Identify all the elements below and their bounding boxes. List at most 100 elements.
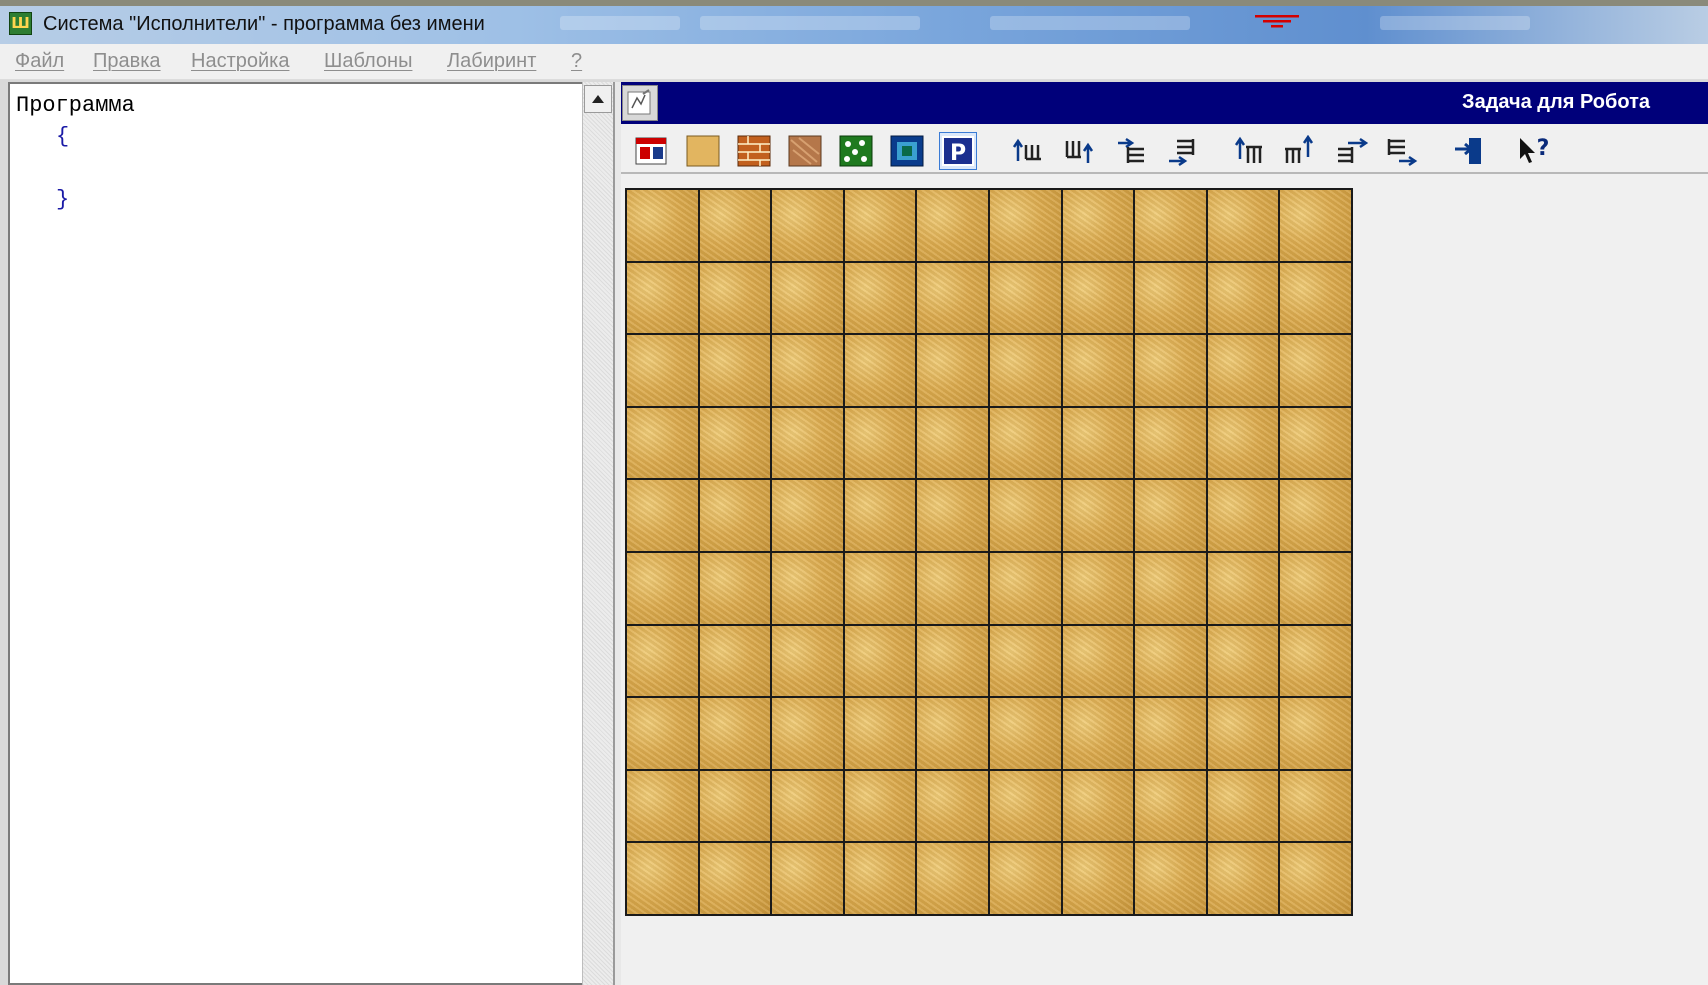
field-cell[interactable] xyxy=(699,625,771,697)
field-cell[interactable] xyxy=(627,698,698,769)
field-cell[interactable] xyxy=(1135,190,1206,261)
field-cell[interactable] xyxy=(917,552,988,624)
help-button[interactable]: ? xyxy=(1516,132,1554,170)
field-cell[interactable] xyxy=(989,407,1061,479)
field-cell[interactable] xyxy=(1207,190,1279,261)
field-cell[interactable] xyxy=(627,407,698,479)
remove-top-row-button[interactable] xyxy=(1061,132,1099,170)
field-cell[interactable] xyxy=(1062,770,1134,842)
parking-button[interactable]: P xyxy=(939,132,977,170)
field-cell[interactable] xyxy=(1207,480,1279,551)
field-cell[interactable] xyxy=(844,770,916,842)
field-cell[interactable] xyxy=(844,480,916,551)
field-cell[interactable] xyxy=(1062,335,1134,406)
field-cell[interactable] xyxy=(1207,625,1279,697)
field-cell[interactable] xyxy=(989,698,1061,769)
field-cell[interactable] xyxy=(1207,552,1279,624)
field-cell[interactable] xyxy=(844,843,916,914)
field-cell[interactable] xyxy=(1207,407,1279,479)
field-cell[interactable] xyxy=(1207,335,1279,406)
field-cell[interactable] xyxy=(1280,625,1351,697)
menu-help[interactable]: ? xyxy=(571,50,582,73)
field-cell[interactable] xyxy=(699,552,771,624)
field-cell[interactable] xyxy=(772,625,843,697)
field-cell[interactable] xyxy=(772,262,843,334)
field-cell[interactable] xyxy=(1062,190,1134,261)
field-cell[interactable] xyxy=(627,552,698,624)
field-cell[interactable] xyxy=(917,480,988,551)
field-cell[interactable] xyxy=(989,552,1061,624)
field-cell[interactable] xyxy=(627,625,698,697)
field-cell[interactable] xyxy=(1135,843,1206,914)
painted-cell-button[interactable] xyxy=(786,132,824,170)
add-left-column-button[interactable] xyxy=(1112,132,1150,170)
field-cell[interactable] xyxy=(917,843,988,914)
field-cell[interactable] xyxy=(699,843,771,914)
field-cell[interactable] xyxy=(772,190,843,261)
scroll-up-button[interactable] xyxy=(584,85,612,113)
field-cell[interactable] xyxy=(1280,407,1351,479)
field-cell[interactable] xyxy=(989,770,1061,842)
field-cell[interactable] xyxy=(1135,407,1206,479)
field-cell[interactable] xyxy=(1135,335,1206,406)
field-cell[interactable] xyxy=(699,190,771,261)
field-cell[interactable] xyxy=(627,262,698,334)
field-cell[interactable] xyxy=(627,190,698,261)
field-cell[interactable] xyxy=(844,625,916,697)
program-editor[interactable]: Программа { } xyxy=(8,82,582,985)
field-cell[interactable] xyxy=(1207,698,1279,769)
remove-bottom-row-button[interactable] xyxy=(1281,132,1319,170)
field-cell[interactable] xyxy=(1062,843,1134,914)
field-cell[interactable] xyxy=(1062,407,1134,479)
flowers-cell-button[interactable] xyxy=(837,132,875,170)
robot-field[interactable] xyxy=(625,188,1353,916)
field-cell[interactable] xyxy=(699,407,771,479)
field-cell[interactable] xyxy=(1135,480,1206,551)
menu-file[interactable]: Файл xyxy=(15,50,64,73)
field-cell[interactable] xyxy=(844,407,916,479)
field-cell[interactable] xyxy=(1062,625,1134,697)
menu-templates[interactable]: Шаблоны xyxy=(324,50,412,73)
field-cell[interactable] xyxy=(917,335,988,406)
field-cell[interactable] xyxy=(1280,698,1351,769)
panel-splitter[interactable] xyxy=(613,82,621,985)
field-cell[interactable] xyxy=(844,335,916,406)
field-cell[interactable] xyxy=(989,335,1061,406)
field-cell[interactable] xyxy=(917,190,988,261)
field-cell[interactable] xyxy=(1207,770,1279,842)
field-cell[interactable] xyxy=(1280,480,1351,551)
wall-button[interactable] xyxy=(735,132,773,170)
field-cell[interactable] xyxy=(699,698,771,769)
field-cell[interactable] xyxy=(989,262,1061,334)
field-cell[interactable] xyxy=(627,335,698,406)
field-cell[interactable] xyxy=(699,770,771,842)
field-cell[interactable] xyxy=(844,698,916,769)
field-cell[interactable] xyxy=(1062,698,1134,769)
task-doc-button[interactable] xyxy=(622,85,658,121)
field-cell[interactable] xyxy=(989,625,1061,697)
field-cell[interactable] xyxy=(699,480,771,551)
field-cell[interactable] xyxy=(917,407,988,479)
robot-app-icon[interactable]: Ш xyxy=(9,12,32,35)
field-cell[interactable] xyxy=(1135,770,1206,842)
field-cell[interactable] xyxy=(627,770,698,842)
field-cell[interactable] xyxy=(1207,262,1279,334)
field-cell[interactable] xyxy=(1062,262,1134,334)
field-cell[interactable] xyxy=(772,698,843,769)
field-cell[interactable] xyxy=(772,843,843,914)
menu-settings[interactable]: Настройка xyxy=(191,50,289,73)
portal-cell-button[interactable] xyxy=(888,132,926,170)
field-cell[interactable] xyxy=(989,843,1061,914)
exit-button[interactable] xyxy=(1451,132,1489,170)
field-cell[interactable] xyxy=(772,480,843,551)
field-cell[interactable] xyxy=(1135,698,1206,769)
field-cell[interactable] xyxy=(699,335,771,406)
editor-scrollbar[interactable] xyxy=(582,82,613,985)
field-cell[interactable] xyxy=(1280,552,1351,624)
field-cell[interactable] xyxy=(772,407,843,479)
remove-left-column-button[interactable] xyxy=(1163,132,1201,170)
field-cell[interactable] xyxy=(1135,552,1206,624)
add-bottom-row-button[interactable] xyxy=(1230,132,1268,170)
field-cell[interactable] xyxy=(1135,625,1206,697)
empty-cell-button[interactable] xyxy=(684,132,722,170)
